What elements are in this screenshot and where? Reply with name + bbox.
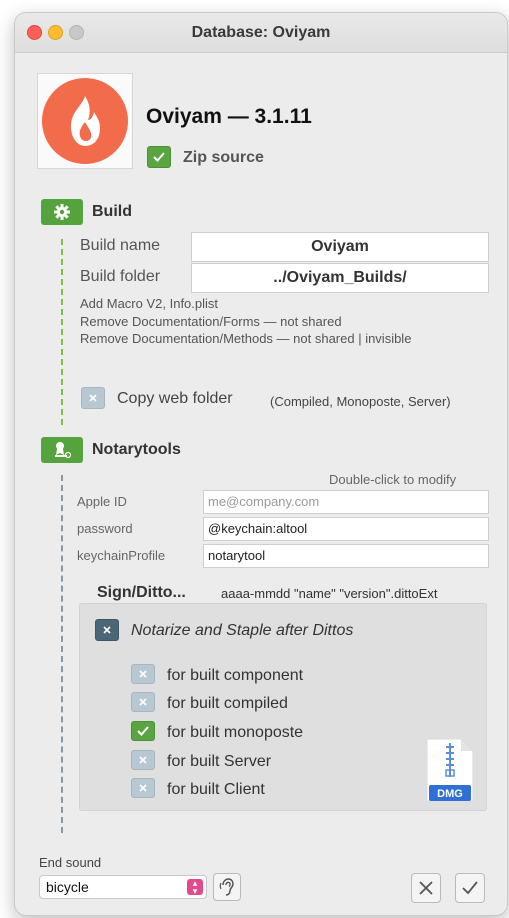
option-checkbox[interactable] (131, 721, 155, 741)
password-label: password (77, 521, 133, 536)
window-title: Database: Oviyam (191, 24, 331, 41)
chevron-updown-icon: ▴ ▾ (187, 879, 203, 896)
build-name-field[interactable]: Oviyam (191, 232, 489, 262)
notarytools-section-guide (61, 475, 63, 833)
option-label: for built Server (167, 753, 272, 770)
option-checkbox[interactable] (131, 692, 155, 712)
copy-web-folder-checkbox[interactable] (81, 387, 105, 409)
end-sound-label: End sound (39, 855, 102, 870)
option-label: for built monoposte (167, 724, 304, 741)
double-click-hint: Double-click to modify (329, 472, 457, 487)
option-checkbox[interactable] (131, 750, 155, 770)
play-sound-button[interactable] (213, 873, 241, 901)
dialog-window: Database: Oviyam Oviyam — 3.1.11 Zip sou… (14, 12, 508, 916)
build-name-label: Build name (80, 237, 161, 254)
copy-web-folder-label: Copy web folder (117, 390, 233, 407)
notarize-checkbox[interactable] (95, 619, 119, 641)
option-label: for built component (167, 667, 304, 684)
zip-source-label: Zip source (183, 149, 264, 166)
option-checkbox[interactable] (131, 778, 155, 798)
notarytools-section-badge (41, 437, 83, 463)
notarytools-section-title: Notarytools (92, 441, 181, 458)
keychain-profile-label: keychainProfile (77, 548, 166, 563)
flame-logo-icon (42, 78, 128, 164)
build-folder-label: Build folder (80, 268, 161, 285)
end-sound-value: bicycle (46, 879, 89, 895)
gear-icon (54, 204, 70, 220)
build-section-title: Build (92, 203, 132, 220)
checkmark-icon (462, 881, 478, 895)
option-label: for built Client (167, 781, 265, 798)
app-icon-well[interactable] (37, 73, 133, 169)
dmg-label: DMG (437, 788, 463, 800)
copy-web-folder-hint: (Compiled, Monoposte, Server) (270, 394, 451, 409)
cancel-button[interactable] (411, 873, 441, 903)
build-note: Remove Documentation/Methods — not share… (80, 331, 412, 346)
ok-button[interactable] (455, 873, 485, 903)
build-folder-field[interactable]: ../Oviyam_Builds/ (191, 263, 489, 293)
sign-pattern: aaaa-mmdd "name" "version".dittoExt (221, 586, 438, 601)
password-field[interactable]: @keychain:altool (203, 517, 489, 541)
dmg-file-icon: DMG (423, 737, 477, 808)
certificate-icon (55, 442, 72, 459)
end-sound-popup[interactable]: bicycle ▴ ▾ (39, 875, 207, 899)
close-icon (419, 881, 433, 895)
build-note: Add Macro V2, Info.plist (80, 296, 219, 311)
apple-id-label: Apple ID (77, 494, 127, 509)
option-label: for built compiled (167, 695, 288, 712)
notarize-label: Notarize and Staple after Dittos (131, 622, 354, 639)
sign-ditto-title[interactable]: Sign/Ditto... (97, 584, 186, 602)
app-title: Oviyam — 3.1.11 (146, 105, 312, 128)
build-section-badge (41, 199, 83, 225)
apple-id-field[interactable]: me@company.com (203, 490, 489, 514)
build-note: Remove Documentation/Forms — not shared (80, 314, 342, 329)
ear-icon (219, 878, 234, 896)
build-section-guide (61, 239, 63, 425)
title-bar: Database: Oviyam (15, 13, 507, 53)
zip-source-checkbox[interactable] (147, 146, 171, 168)
option-checkbox[interactable] (131, 664, 155, 684)
keychain-profile-field[interactable]: notarytool (203, 544, 489, 568)
